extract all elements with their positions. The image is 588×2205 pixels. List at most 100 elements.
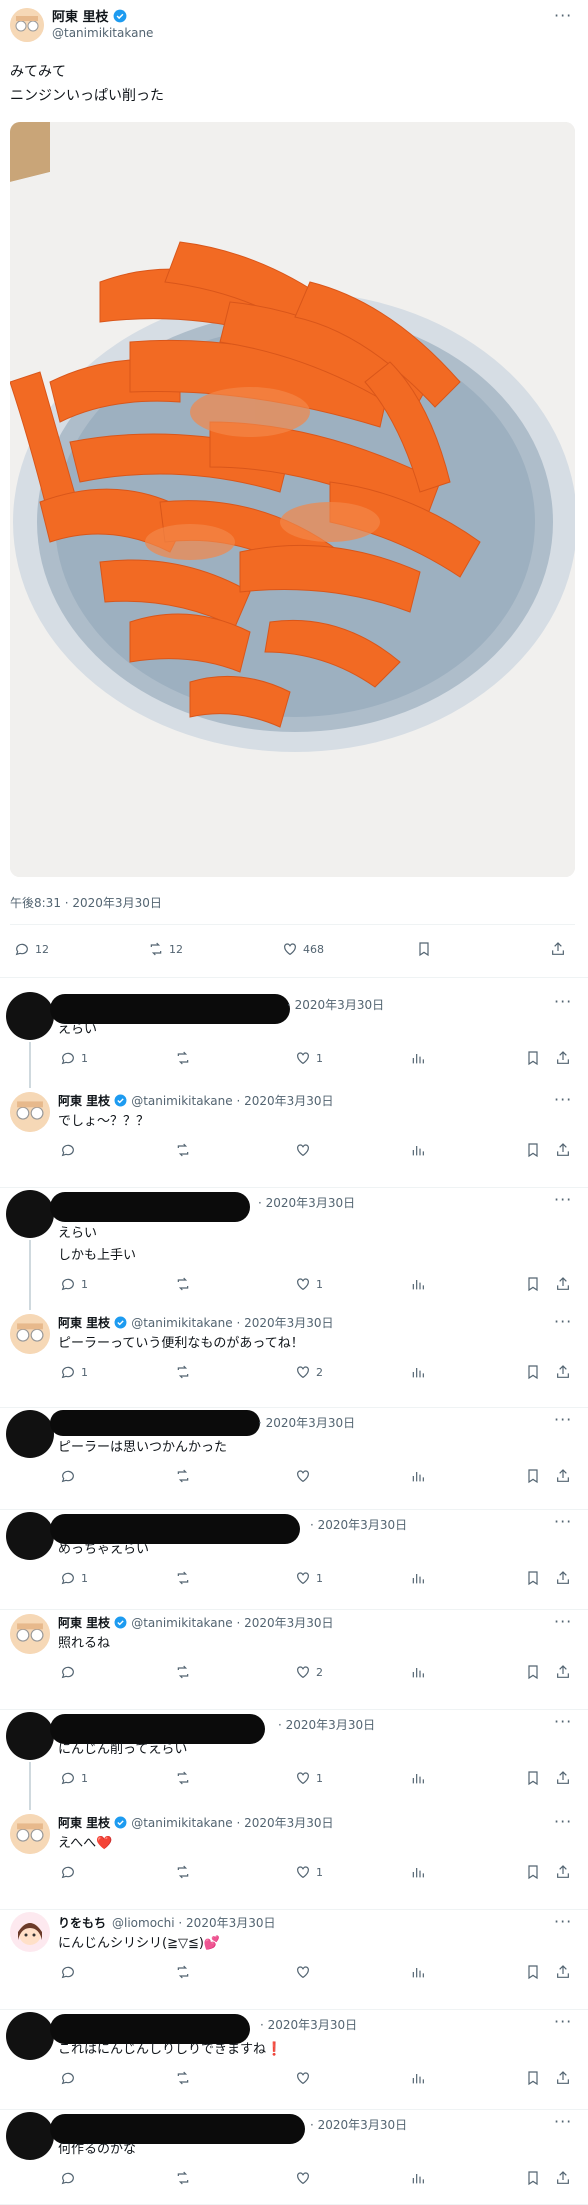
like-button[interactable] (295, 1468, 316, 1484)
reply-item[interactable]: · 2020年3月30日 ··· にんじん削ってえらい 1 1 (0, 1710, 588, 1810)
reply-item[interactable]: · 2020年3月30日 ··· えらい しかも上手い 1 1 (0, 1188, 588, 1310)
author-name[interactable]: 阿東 里枝 (52, 6, 109, 25)
reply-item[interactable]: 阿東 里枝 @tanimikitakane · 2020年3月30日 ··· 照れる… (0, 1610, 588, 1710)
share-button[interactable] (550, 941, 566, 957)
retweet-button[interactable] (175, 1864, 196, 1880)
reply-item[interactable]: 阿東 里枝 @tanimikitakane · 2020年3月30日 ··· えへへ… (0, 1810, 588, 1910)
views-button[interactable] (410, 1570, 426, 1586)
more-icon[interactable]: ··· (554, 1712, 572, 1731)
reply-button[interactable] (60, 1864, 81, 1880)
reply-date[interactable]: 2020年3月30日 (295, 998, 384, 1012)
bookmark-button[interactable] (525, 2170, 541, 2186)
retweet-button[interactable] (175, 1570, 196, 1586)
like-button[interactable]: 1 (295, 1050, 323, 1066)
share-button[interactable] (555, 1364, 571, 1380)
reply-date[interactable]: 2020年3月30日 (186, 1914, 275, 1931)
reply-button[interactable]: 1 (60, 1050, 88, 1066)
more-icon[interactable]: ··· (554, 2112, 572, 2131)
more-icon[interactable]: ··· (554, 1312, 572, 1331)
reply-avatar[interactable] (6, 1410, 54, 1458)
views-button[interactable] (410, 2070, 426, 2086)
bookmark-button[interactable] (525, 1364, 541, 1380)
reply-author-name[interactable]: 阿東 里枝 (58, 1092, 110, 1109)
like-button[interactable]: 1 (295, 1276, 323, 1292)
retweet-button[interactable] (175, 1664, 196, 1680)
share-button[interactable] (555, 1570, 571, 1586)
reply-date[interactable]: 2020年3月30日 (286, 1718, 375, 1732)
reply-author-handle[interactable]: @tanimikitakane (131, 1094, 232, 1108)
views-button[interactable] (410, 1964, 426, 1980)
bookmark-button[interactable] (525, 1664, 541, 1680)
more-icon[interactable]: ··· (554, 1410, 572, 1429)
reply-avatar[interactable] (6, 2112, 54, 2160)
reply-avatar[interactable] (10, 1614, 50, 1654)
like-button[interactable] (295, 2170, 316, 2186)
share-button[interactable] (555, 1468, 571, 1484)
views-button[interactable] (410, 1664, 426, 1680)
views-button[interactable] (410, 1142, 426, 1158)
more-icon[interactable]: ··· (554, 1812, 572, 1831)
like-button[interactable] (295, 1964, 316, 1980)
reply-item[interactable]: 阿東 里枝 @tanimikitakane · 2020年3月30日 ··· でしょ… (0, 1088, 588, 1188)
bookmark-button[interactable] (525, 2070, 541, 2086)
reply-item[interactable]: · 2020年3月30日 ··· えらい 1 1 (0, 990, 588, 1088)
like-button[interactable]: 2 (295, 1364, 323, 1380)
reply-item[interactable]: · 2020年3月30日 ··· 何作るのかな (0, 2110, 588, 2205)
retweet-button[interactable] (175, 1050, 196, 1066)
reply-avatar[interactable] (10, 1912, 50, 1952)
reply-date[interactable]: 2020年3月30日 (266, 1196, 355, 1210)
reply-date[interactable]: 2020年3月30日 (244, 1614, 333, 1631)
reply-button[interactable] (60, 1468, 81, 1484)
more-icon[interactable]: ··· (554, 2012, 572, 2031)
reply-avatar[interactable] (10, 1314, 50, 1354)
like-button[interactable] (295, 1142, 316, 1158)
more-icon[interactable]: ··· (554, 1612, 572, 1631)
reply-date[interactable]: 2020年3月30日 (318, 1518, 407, 1532)
bookmark-button[interactable] (525, 1276, 541, 1292)
share-button[interactable] (555, 1050, 571, 1066)
reply-author-handle[interactable]: @tanimikitakane (131, 1316, 232, 1330)
share-button[interactable] (555, 1864, 571, 1880)
reply-author-handle[interactable]: @tanimikitakane (131, 1616, 232, 1630)
like-button[interactable]: 1 (295, 1570, 323, 1586)
more-icon[interactable]: ··· (554, 1912, 572, 1931)
reply-item[interactable]: 阿東 里枝 @tanimikitakane · 2020年3月30日 ··· ピーラ… (0, 1310, 588, 1408)
like-button[interactable]: 1 (295, 1864, 323, 1880)
tweet-timestamp[interactable]: 午後8:31 · 2020年3月30日 (10, 894, 162, 911)
reply-avatar[interactable] (6, 2012, 54, 2060)
reply-avatar[interactable] (6, 1712, 54, 1760)
reply-button[interactable] (60, 1664, 81, 1680)
reply-author-name[interactable]: 阿東 里枝 (58, 1814, 110, 1831)
views-button[interactable] (410, 1770, 426, 1786)
reply-button[interactable] (60, 1964, 81, 1980)
reply-avatar[interactable] (6, 1190, 54, 1238)
retweet-button[interactable] (175, 1468, 196, 1484)
tweet-photo[interactable] (10, 122, 575, 877)
reply-item[interactable]: りをもち @liomochi · 2020年3月30日 ··· にんじんシリシリ(≧… (0, 1910, 588, 2010)
author-avatar[interactable] (10, 8, 44, 42)
reply-avatar[interactable] (10, 1814, 50, 1854)
share-button[interactable] (555, 1664, 571, 1680)
more-icon[interactable]: ··· (554, 1512, 572, 1531)
like-button[interactable]: 1 (295, 1770, 323, 1786)
retweet-button[interactable]: 12 (148, 941, 183, 957)
retweet-button[interactable] (175, 2170, 196, 2186)
like-button[interactable] (295, 2070, 316, 2086)
reply-item[interactable]: · 2020年3月30日 ··· めっちゃえらい 1 1 (0, 1510, 588, 1610)
reply-date[interactable]: 2020年3月30日 (266, 1416, 355, 1430)
retweet-button[interactable] (175, 2070, 196, 2086)
reply-author-name[interactable]: 阿東 里枝 (58, 1614, 110, 1631)
reply-button[interactable]: 1 (60, 1570, 88, 1586)
reply-date[interactable]: 2020年3月30日 (318, 2118, 407, 2132)
like-button[interactable]: 468 (282, 941, 324, 957)
reply-date[interactable]: 2020年3月30日 (244, 1092, 333, 1109)
reply-date[interactable]: 2020年3月30日 (268, 2018, 357, 2032)
retweet-button[interactable] (175, 1142, 196, 1158)
retweet-button[interactable] (175, 1770, 196, 1786)
reply-button[interactable] (60, 2070, 81, 2086)
bookmark-button[interactable] (525, 1864, 541, 1880)
share-button[interactable] (555, 2070, 571, 2086)
reply-date[interactable]: 2020年3月30日 (244, 1814, 333, 1831)
author-handle[interactable]: @tanimikitakane (52, 26, 153, 40)
views-button[interactable] (410, 1050, 426, 1066)
